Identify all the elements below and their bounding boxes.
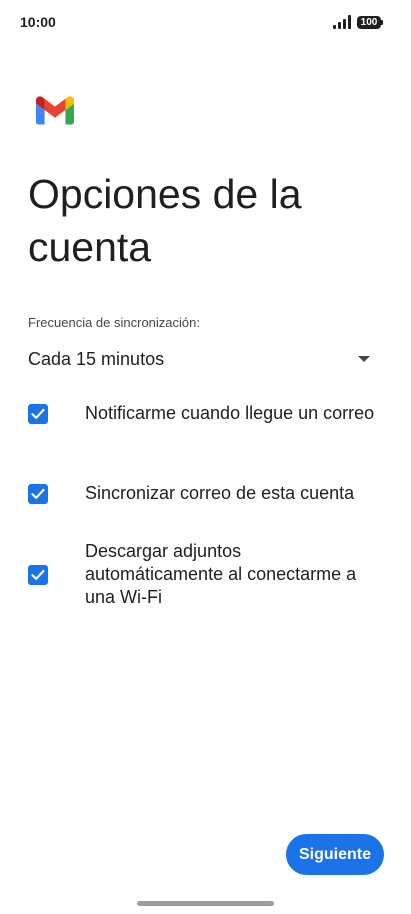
checkbox-checked-icon[interactable] <box>28 483 48 504</box>
sync-frequency-label: Frecuencia de sincronización: <box>28 315 200 330</box>
home-indicator[interactable] <box>137 901 274 906</box>
status-icons: 100 <box>333 15 383 29</box>
option-label: Notificarme cuando llegue un correo <box>85 403 375 423</box>
page-title: Opciones de la cuenta <box>28 171 302 270</box>
option-notify[interactable]: Notificarme cuando llegue un correo <box>28 402 378 425</box>
checkbox-checked-icon[interactable] <box>28 403 48 424</box>
next-button[interactable]: Siguiente <box>286 834 384 875</box>
battery-level: 100 <box>357 15 381 29</box>
status-time: 10:00 <box>20 14 56 30</box>
signal-icon <box>333 15 351 29</box>
status-bar: 10:00 100 <box>0 0 411 46</box>
gmail-logo <box>36 96 74 125</box>
dropdown-caret-icon <box>358 356 370 362</box>
option-download-attachments[interactable]: Descargar adjuntos automáticamente al co… <box>28 540 378 609</box>
option-label: Sincronizar correo de esta cuenta <box>85 483 355 503</box>
option-label: Descargar adjuntos automáticamente al co… <box>85 541 357 607</box>
battery-icon: 100 <box>357 15 383 29</box>
sync-frequency-select[interactable]: Cada 15 minutos <box>28 342 372 376</box>
checkbox-checked-icon[interactable] <box>28 564 48 585</box>
option-sync[interactable]: Sincronizar correo de esta cuenta <box>28 482 378 505</box>
sync-frequency-value: Cada 15 minutos <box>28 348 165 369</box>
